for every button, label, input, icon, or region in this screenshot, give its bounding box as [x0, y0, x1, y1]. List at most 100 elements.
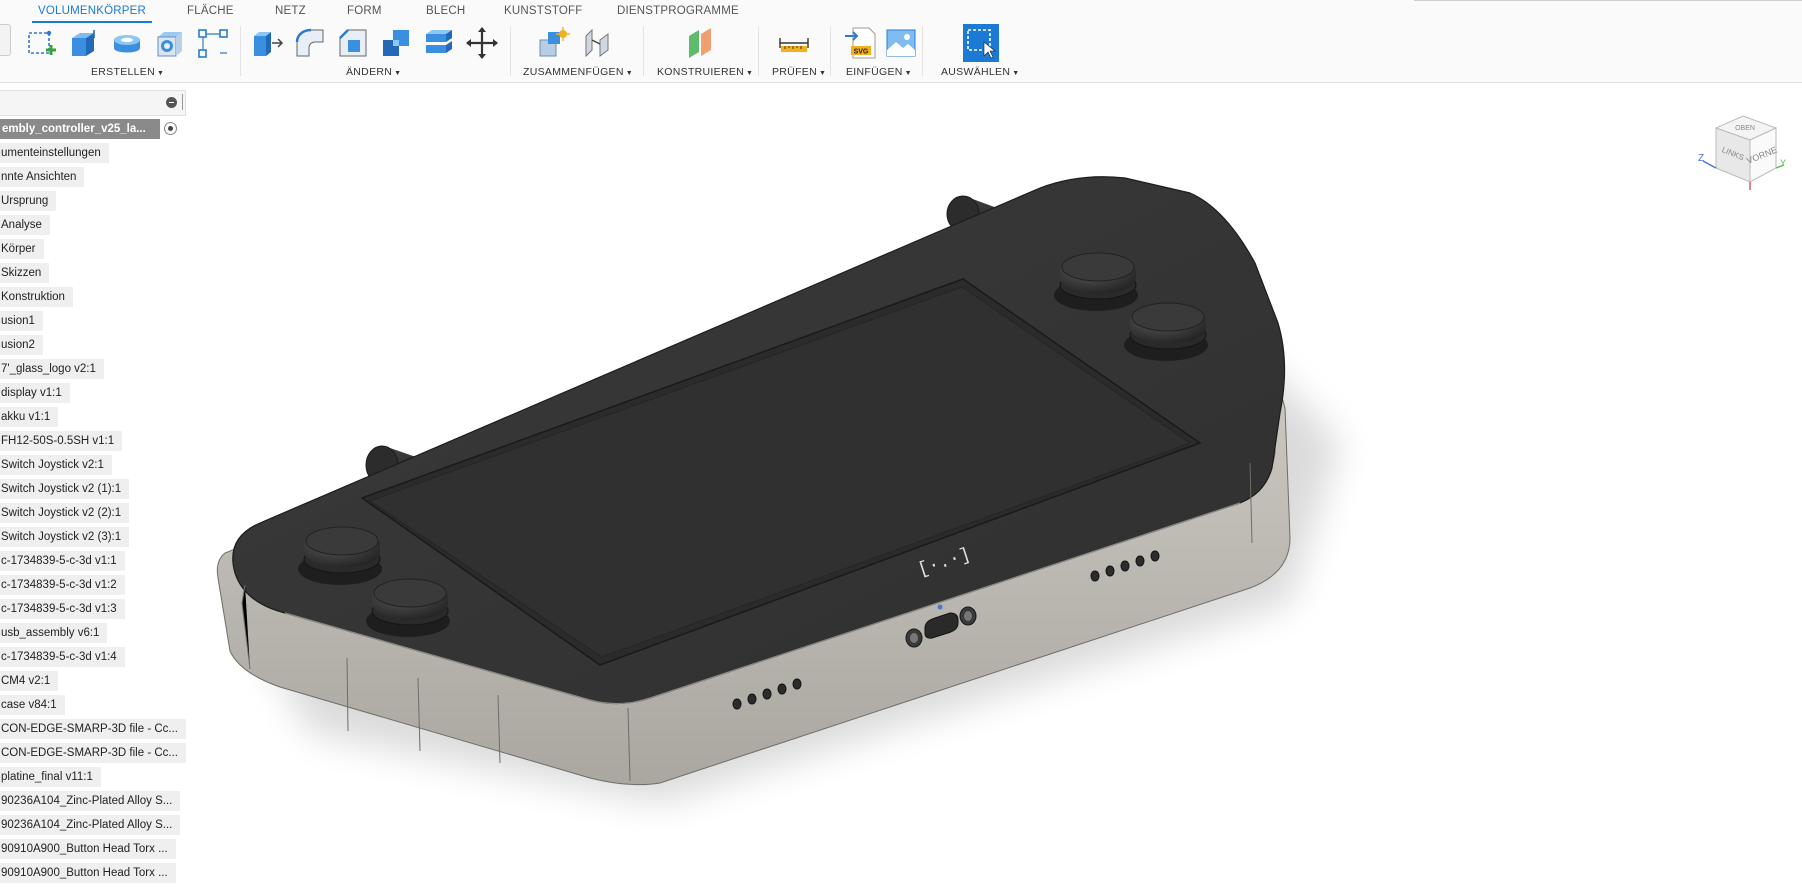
- browser-root-assembly[interactable]: embly_controller_v25_la...: [0, 119, 160, 139]
- browser-tree-item[interactable]: Analyse: [0, 215, 50, 235]
- browser-tree-item[interactable]: CM4 v2:1: [0, 671, 59, 691]
- pattern-icon[interactable]: [196, 26, 230, 60]
- browser-tree-item[interactable]: c-1734839-5-c-3d v1:1: [0, 551, 125, 571]
- browser-tree-item[interactable]: platine_final v11:1: [0, 767, 101, 787]
- joint-icon[interactable]: [580, 26, 614, 60]
- 3d-viewport[interactable]: [·.·]: [190, 83, 1802, 893]
- shell-icon[interactable]: [153, 26, 187, 60]
- insert-svg-icon[interactable]: SVG: [843, 26, 877, 60]
- select-menu-label: AUSWÄHLEN: [941, 66, 1011, 78]
- caret-down-icon: ▼: [746, 70, 754, 77]
- modify-menu-label: ÄNDERN: [346, 66, 393, 78]
- active-tab-indicator: [32, 21, 152, 23]
- controller-3d-model[interactable]: [·.·]: [190, 83, 1802, 893]
- browser-tree-item[interactable]: CON-EDGE-SMARP-3D file - Cc...: [0, 743, 186, 763]
- separator: [758, 26, 759, 76]
- browser-tree-item[interactable]: CON-EDGE-SMARP-3D file - Cc...: [0, 719, 186, 739]
- tab-dienstprogramme[interactable]: DIENSTPROGRAMME: [617, 5, 739, 17]
- browser-tree-item[interactable]: FH12-50S-0.5SH v1:1: [0, 431, 123, 451]
- select-menu[interactable]: AUSWÄHLEN ▼: [941, 66, 1019, 78]
- joystick-left-lower: [366, 578, 450, 637]
- separator: [510, 26, 511, 76]
- tab-blech[interactable]: BLECH: [426, 5, 465, 17]
- new-component-icon[interactable]: [536, 26, 570, 60]
- tab-form[interactable]: FORM: [347, 5, 382, 17]
- extrude-icon[interactable]: [66, 26, 100, 60]
- combine-icon[interactable]: [379, 26, 413, 60]
- offset-plane-icon[interactable]: [683, 26, 717, 60]
- browser-tree-item[interactable]: 90910A900_Button Head Torx ...: [0, 839, 176, 859]
- browser-panel: embly_controller_v25_la... umenteinstell…: [0, 90, 190, 893]
- browser-tree-item[interactable]: nnte Ansichten: [0, 167, 85, 187]
- insert-canvas-icon[interactable]: [884, 26, 918, 60]
- assemble-menu[interactable]: ZUSAMMENFÜGEN ▼: [523, 66, 633, 78]
- browser-tree-item[interactable]: Konstruktion: [0, 287, 73, 307]
- insert-menu[interactable]: EINFÜGEN ▼: [846, 66, 912, 78]
- viewcube-top-label: OBEN: [1735, 125, 1755, 132]
- browser-tree-item[interactable]: c-1734839-5-c-3d v1:3: [0, 599, 125, 619]
- activate-radio-icon[interactable]: [164, 122, 177, 135]
- panel-collapse-handle[interactable]: [0, 24, 11, 56]
- browser-tree-item[interactable]: Switch Joystick v2:1: [0, 455, 112, 475]
- separator: [643, 26, 644, 76]
- tab-flaeche[interactable]: FLÄCHE: [187, 5, 234, 17]
- create-sketch-icon[interactable]: [24, 26, 58, 60]
- chamfer-icon[interactable]: [336, 26, 370, 60]
- browser-tree-item[interactable]: 90236A104_Zinc-Plated Alloy S...: [0, 791, 181, 811]
- joystick-right-lower: [1124, 302, 1208, 361]
- view-cube[interactable]: OBEN LINKS VORNE Z Y: [1698, 108, 1788, 198]
- move-icon[interactable]: [465, 26, 499, 60]
- modify-menu[interactable]: ÄNDERN ▼: [346, 66, 401, 78]
- press-pull-icon[interactable]: [250, 26, 284, 60]
- select-icon[interactable]: [963, 24, 999, 62]
- joystick-right-upper: [1054, 252, 1138, 311]
- browser-tree-item[interactable]: case v84:1: [0, 695, 65, 715]
- browser-tree-item[interactable]: 7'_glass_logo v2:1: [0, 359, 104, 379]
- caret-down-icon: ▼: [1012, 70, 1020, 77]
- browser-tree-item[interactable]: Skizzen: [0, 263, 50, 283]
- browser-header: [0, 90, 186, 116]
- browser-tree-item[interactable]: Switch Joystick v2 (1):1: [0, 479, 130, 499]
- axis-z-label: Z: [1698, 153, 1704, 164]
- browser-tree-item[interactable]: umenteinstellungen: [0, 143, 109, 163]
- browser-tree-item[interactable]: Switch Joystick v2 (3):1: [0, 527, 130, 547]
- browser-tree-item[interactable]: c-1734839-5-c-3d v1:4: [0, 647, 125, 667]
- create-menu-label: ERSTELLEN: [91, 66, 155, 78]
- browser-tree-item[interactable]: usb_assembly v6:1: [0, 623, 108, 643]
- construct-menu[interactable]: KONSTRUIEREN ▼: [657, 66, 753, 78]
- browser-tree-item[interactable]: Switch Joystick v2 (2):1: [0, 503, 130, 523]
- insert-menu-label: EINFÜGEN: [846, 66, 903, 78]
- caret-down-icon: ▼: [904, 70, 912, 77]
- panel-divider[interactable]: [182, 94, 183, 110]
- browser-tree-item[interactable]: c-1734839-5-c-3d v1:2: [0, 575, 125, 595]
- fillet-icon[interactable]: [293, 26, 327, 60]
- inspect-menu[interactable]: PRÜFEN ▼: [772, 66, 826, 78]
- browser-tree-item[interactable]: usion1: [0, 311, 43, 331]
- axis-z-line: [1702, 160, 1717, 169]
- inspect-menu-label: PRÜFEN: [772, 66, 817, 78]
- create-menu[interactable]: ERSTELLEN ▼: [91, 66, 164, 78]
- browser-tree-item[interactable]: usion2: [0, 335, 43, 355]
- browser-tree-item[interactable]: Körper: [0, 239, 44, 259]
- revolve-icon[interactable]: [110, 26, 144, 60]
- caret-down-icon: ▼: [625, 70, 633, 77]
- browser-tree-item[interactable]: 90236A104_Zinc-Plated Alloy S...: [0, 815, 181, 835]
- caret-down-icon: ▼: [394, 70, 402, 77]
- browser-tree-item[interactable]: display v1:1: [0, 383, 70, 403]
- caret-down-icon: ▼: [818, 70, 827, 77]
- tab-netz[interactable]: NETZ: [275, 5, 306, 17]
- browser-tree-item[interactable]: 90910A900_Button Head Torx ...: [0, 863, 176, 883]
- svg-text:SVG: SVG: [854, 49, 869, 56]
- measure-icon[interactable]: [777, 26, 811, 60]
- workspace-tabs: VOLUMENKÖRPER FLÄCHE NETZ FORM BLECH KUN…: [0, 0, 1802, 23]
- separator: [830, 26, 831, 76]
- collapse-browser-icon[interactable]: [166, 97, 177, 108]
- joystick-left-upper: [298, 526, 382, 585]
- toolbar: VOLUMENKÖRPER FLÄCHE NETZ FORM BLECH KUN…: [0, 0, 1802, 83]
- split-body-icon[interactable]: [422, 26, 456, 60]
- tab-kunststoff[interactable]: KUNSTSTOFF: [504, 5, 582, 17]
- browser-tree-item[interactable]: Ursprung: [0, 191, 57, 211]
- browser-tree-item[interactable]: akku v1:1: [0, 407, 59, 427]
- separator: [922, 26, 923, 76]
- tab-volumenkoerper[interactable]: VOLUMENKÖRPER: [38, 5, 146, 17]
